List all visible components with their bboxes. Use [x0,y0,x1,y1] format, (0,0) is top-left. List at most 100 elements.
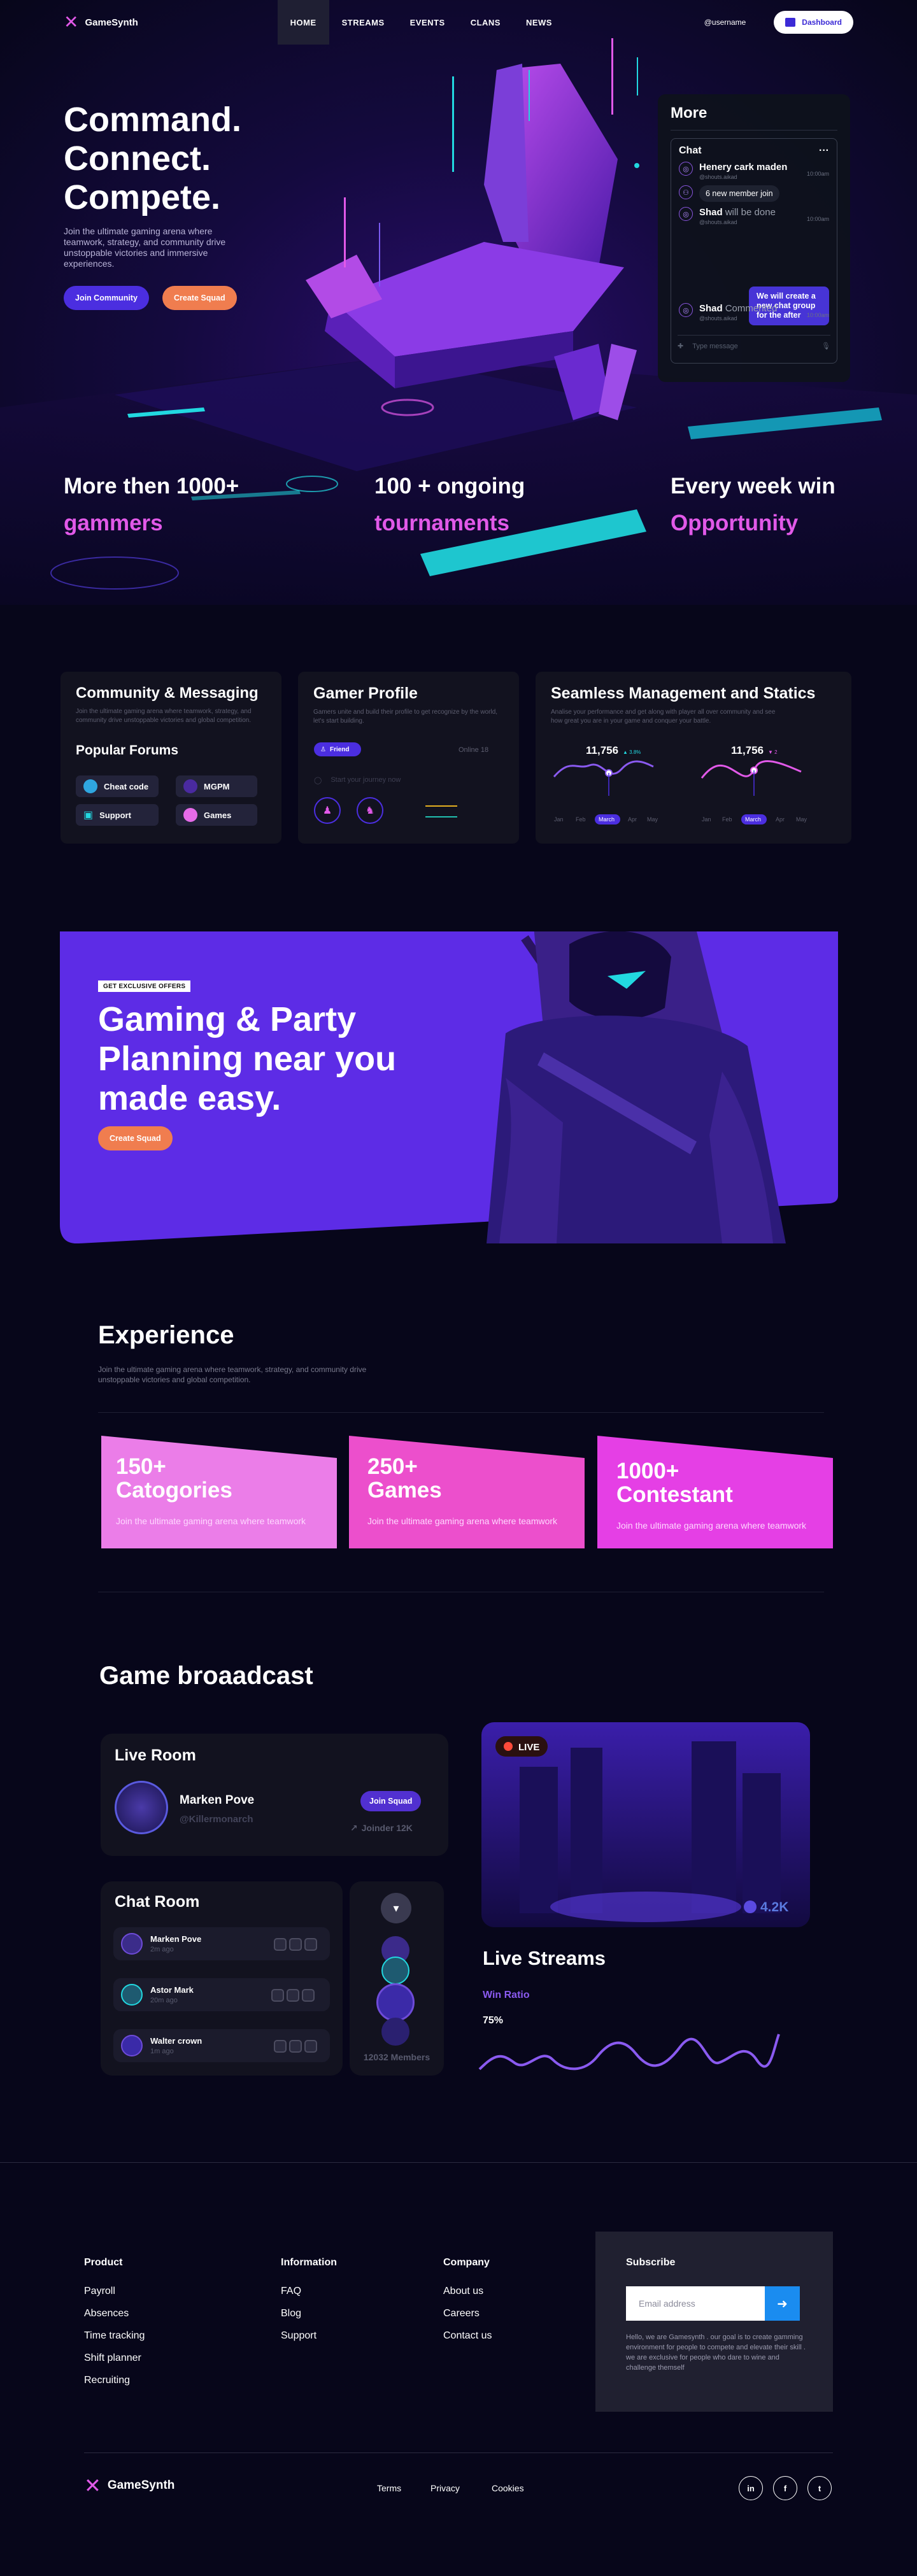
chat-widget: Chat ··· ◎ Henery cark maden @shouts.aikad… [671,138,837,364]
stat-opportunity-line: Every week win [671,474,835,499]
emoji-icon [304,1938,317,1951]
footer-link[interactable]: Absences [84,2308,129,2319]
chevron-down-icon[interactable]: ▾ [381,1893,411,1923]
member-avatar[interactable] [381,1957,409,1985]
footer-terms-link[interactable]: Terms [377,2483,401,2493]
dashboard-button[interactable]: Dashboard [774,11,853,34]
avatar[interactable]: ♞ [357,797,383,824]
members-card: ▾ 12032 Members [350,1881,444,2076]
footer-link[interactable]: Blog [281,2308,301,2319]
chat-room-card: Chat Room Marken Pove 2m ago Astor Mark 20… [101,1881,343,2076]
chart-value-1: 11,756 [586,744,618,756]
row-name: Marken Pove [150,1934,202,1944]
stat-number: 250+ [367,1454,418,1479]
footer-link[interactable]: FAQ [281,2286,301,2297]
footer-logo-text: GameSynth [107,2479,175,2492]
chat-input[interactable]: ✚ Type message 🎙 [678,335,830,357]
message-handle: @shouts.aikad [699,174,737,180]
dashboard-label: Dashboard [802,18,842,27]
message-time: 10:00am [806,312,829,318]
footer-link[interactable]: Shift planner [84,2353,141,2364]
row-name: Astor Mark [150,1985,194,1995]
forum-chip-cheat-code[interactable]: Cheat code [76,775,159,797]
footer-cookies-link[interactable]: Cookies [492,2483,524,2493]
member-avatar[interactable] [381,2018,409,2046]
member-avatar[interactable] [376,1983,415,2021]
footer-link[interactable]: Time tracking [84,2330,145,2342]
logo[interactable]: ✕ GameSynth [64,13,138,31]
subscribe-title: Subscribe [626,2257,676,2268]
footer-link[interactable]: Support [281,2330,316,2342]
emoji-icon [304,2040,317,2053]
headline-line-1: Command. [64,101,242,139]
stat-desc: Join the ultimate gaming arena where tea… [616,1520,807,1531]
forum-chip-mgpm[interactable]: MGPM [176,775,257,797]
footer-link[interactable]: Recruiting [84,2375,130,2386]
twitter-icon[interactable]: t [807,2476,832,2500]
stat-gamers: More then 1000+ gammers [64,468,239,542]
feature-title: Community & Messaging [76,684,259,702]
chat-room-row[interactable]: Walter crown 1m ago [113,2029,330,2062]
nav-news[interactable]: NEWS [513,0,565,45]
forum-dot-icon [83,779,97,793]
footer-link[interactable]: Contact us [443,2330,492,2342]
tick-march: March [599,816,615,823]
stat-tournaments-line: 100 + ongoing [374,474,525,499]
more-menu-icon[interactable]: ··· [819,145,829,157]
win-ratio-label: Win Ratio [483,1990,530,2000]
friend-badge[interactable]: ♙ Friend [314,742,361,756]
chat-room-row[interactable]: Astor Mark 20m ago [113,1978,330,2011]
tick-jan: Jan [554,816,564,823]
hero-headline: Command. Connect. Compete. [64,101,331,217]
message-handle: @shouts.aikad [699,315,737,322]
row-name: Walter crown [150,2036,203,2046]
emoji-icon [287,1989,299,2002]
footer-link[interactable]: About us [443,2286,483,2297]
headline-line-3: Compete. [64,178,221,216]
footer-link[interactable]: Careers [443,2308,480,2319]
message-author: Shad [699,303,723,314]
stat-number: 150+ [116,1454,166,1479]
tick-feb: Feb [722,816,732,823]
avatar[interactable]: ♟ [314,797,341,824]
mic-icon[interactable]: 🎙 [821,342,830,350]
forum-chip-support[interactable]: ▣ Support [76,804,159,826]
row-time: 2m ago [150,1946,174,1953]
journey-input[interactable]: ◯ Start your journey now [314,770,502,789]
add-icon[interactable]: ✚ [678,342,683,350]
win-ratio-line [478,2034,780,2070]
nav-right: @username Dashboard [704,11,853,34]
create-squad-button[interactable]: Create Squad [162,286,237,310]
join-community-button[interactable]: Join Community [64,286,149,310]
username[interactable]: @username [704,18,746,27]
footer-logo[interactable]: ✕ GameSynth [84,2475,174,2496]
footer-link[interactable]: Payroll [84,2286,115,2297]
forum-chip-games[interactable]: Games [176,804,257,826]
streamer-avatar[interactable] [115,1781,168,1834]
email-input[interactable]: Email address [626,2286,765,2321]
divider [98,1412,824,1413]
stat-tournaments-accent: tournaments [374,511,509,535]
linkedin-icon[interactable]: in [739,2476,763,2500]
live-stream-thumbnail[interactable]: LIVE 4.2K [481,1722,810,1927]
nav-streams[interactable]: STREAMS [329,0,397,45]
chat-room-row[interactable]: Marken Pove 2m ago [113,1927,330,1960]
online-count: Online 18 [458,746,489,754]
nav-home[interactable]: HOME [277,0,329,45]
subscribe-text: Hello, we are Gamesynth . our goal is to… [626,2333,806,2372]
stat-label: Catogories [116,1478,232,1503]
nav-clans[interactable]: CLANS [458,0,513,45]
experience-desc: Join the ultimate gaming arena where tea… [98,1365,367,1384]
footer-privacy-link[interactable]: Privacy [430,2483,460,2493]
chat-title: Chat [679,145,702,156]
join-squad-button[interactable]: Join Squad [360,1791,422,1811]
nav-events[interactable]: EVENTS [397,0,458,45]
emoji-icon [302,1989,315,2002]
reaction-icons [271,1989,315,2002]
experience-title: Experience [98,1321,234,1349]
message-text: will be done [725,207,776,218]
subscribe-box: Subscribe Email address ➜ Hello, we are … [595,2232,833,2412]
facebook-icon[interactable]: f [773,2476,797,2500]
banner-create-squad-button[interactable]: Create Squad [98,1126,173,1150]
subscribe-arrow-icon[interactable]: ➜ [765,2286,800,2321]
